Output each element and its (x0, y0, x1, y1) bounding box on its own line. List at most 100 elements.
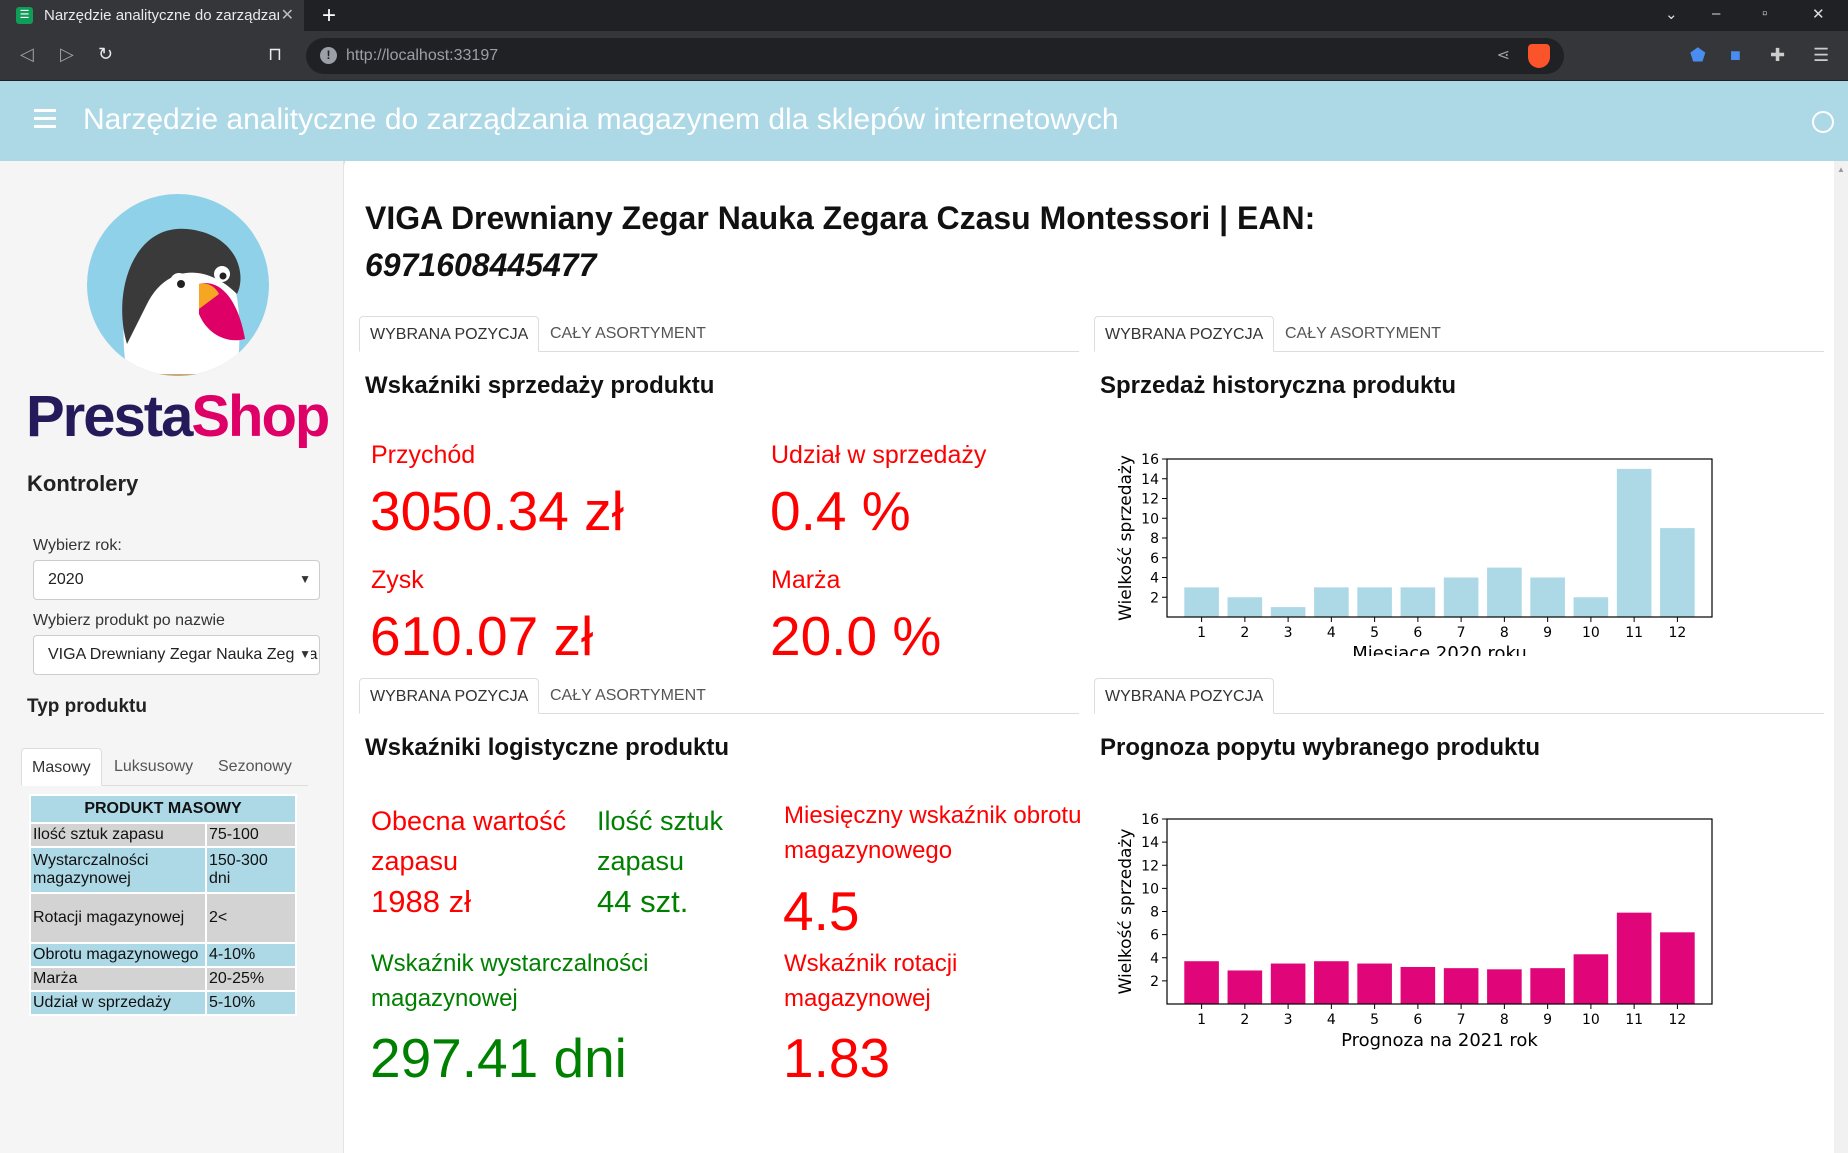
extension-icon[interactable]: ⬟ (1690, 45, 1706, 66)
chart-bar (1573, 597, 1609, 617)
busy-indicator-icon (1812, 111, 1834, 133)
x-axis-label: Prognoza na 2021 rok (1341, 1030, 1538, 1051)
sidebar-toggle-icon[interactable] (34, 109, 56, 133)
tab-luksusowy[interactable]: Luksusowy (104, 748, 203, 786)
y-tick-label: 4 (1150, 571, 1159, 587)
table-row: Ilość sztuk zapasu 75-100 (29, 822, 297, 848)
y-tick-label: 16 (1141, 812, 1159, 828)
close-tab-icon[interactable]: ✕ (281, 5, 294, 25)
chart-bar (1443, 577, 1479, 617)
y-tick-label: 10 (1141, 511, 1159, 527)
table-row: Wystarczalności magazynowej 150-300 dni (29, 846, 297, 894)
tab-selected-item[interactable]: WYBRANA POZYCJA (359, 316, 540, 352)
chart-bar (1573, 954, 1609, 1004)
history-heading: Sprzedaż historyczna produktu (1100, 372, 1457, 399)
tab-selected-item[interactable]: WYBRANA POZYCJA (1094, 316, 1275, 352)
forward-icon[interactable]: ▷ (60, 44, 74, 65)
reload-icon[interactable]: ↻ (98, 44, 113, 65)
product-title: VIGA Drewniany Zegar Nauka Zegara Czasu … (365, 200, 1316, 283)
sufficiency-label: Wskaźnik wystarczalności magazynowej (371, 950, 649, 1012)
bookmark-icon[interactable]: ⊓ (268, 44, 282, 65)
table-row: Udział w sprzedaży 5-10% (29, 990, 297, 1016)
browser-toolbar: ◁ ▷ ↻ ⊓ ! http://localhost:33197 ⋖ ⬟ ■ ✚… (0, 31, 1848, 81)
logistics-heading: Wskaźniki logistyczne produktu (365, 734, 730, 761)
minimize-icon[interactable]: – (1712, 5, 1720, 22)
app-title: Narzędzie analityczne do zarządzania mag… (83, 103, 1119, 136)
chart-bar (1184, 587, 1219, 617)
product-ean: 6971608445477 (365, 247, 597, 283)
y-tick-label: 12 (1141, 492, 1159, 508)
chevron-down-icon: ▼ (295, 572, 311, 586)
tab-selected-item[interactable]: WYBRANA POZYCJA (1094, 678, 1275, 714)
browser-tab[interactable]: ☰ Narzędzie analityczne do zarządzania m… (0, 0, 304, 31)
chart-bar (1616, 912, 1652, 1004)
scroll-up-icon[interactable]: ▲ (1837, 165, 1845, 174)
chart-bar (1487, 969, 1522, 1004)
chart-bar (1184, 961, 1219, 1004)
tab-whole-assortment[interactable]: CAŁY ASORTYMENT (540, 678, 716, 714)
sidebar: PrestaShop Kontrolery Wybierz rok: 2020 … (0, 161, 344, 1153)
sales-tabs: WYBRANA POZYCJA CAŁY ASORTYMENT (359, 316, 1079, 352)
brave-shields-icon[interactable] (1528, 44, 1550, 68)
browser-tab-bar: ☰ Narzędzie analityczne do zarządzania m… (0, 0, 1848, 31)
url-text[interactable]: http://localhost:33197 (346, 47, 498, 65)
tab-selected-item[interactable]: WYBRANA POZYCJA (359, 678, 540, 714)
close-window-icon[interactable]: ✕ (1812, 5, 1825, 23)
page-scrollbar[interactable]: ▲ (1834, 161, 1848, 1153)
chart-bar (1357, 963, 1392, 1004)
table-row: Marża 20-25% (29, 966, 297, 992)
back-icon[interactable]: ◁ (20, 44, 34, 65)
share-icon[interactable]: ⋖ (1497, 45, 1510, 65)
y-tick-label: 6 (1150, 928, 1159, 944)
rotation-label: Wskaźnik rotacji magazynowej (784, 950, 958, 1012)
chart-bar (1660, 528, 1695, 617)
forecast-heading: Prognoza popytu wybranego produktu (1100, 734, 1540, 761)
stock-value-label: Obecna wartość zapasu (371, 806, 567, 876)
chart-bar (1357, 587, 1392, 617)
x-tick-label: 4 (1327, 625, 1336, 641)
x-tick-label: 8 (1500, 625, 1509, 641)
chart-bar (1660, 932, 1695, 1004)
app-favicon-icon: ☰ (16, 7, 33, 24)
y-tick-label: 8 (1150, 531, 1159, 547)
x-tick-label: 12 (1668, 1012, 1686, 1028)
browser-tab-title: Narzędzie analityczne do zarządzania mag… (44, 7, 279, 24)
chart-bar (1314, 961, 1349, 1004)
x-tick-label: 1 (1197, 625, 1206, 641)
bitwarden-icon[interactable]: ■ (1730, 45, 1741, 66)
chart-bar (1530, 968, 1565, 1004)
year-select[interactable]: 2020 ▼ (33, 560, 320, 600)
x-tick-label: 9 (1543, 1012, 1552, 1028)
x-tick-label: 7 (1457, 1012, 1466, 1028)
new-tab-button[interactable]: + (322, 2, 336, 30)
chart-bar (1270, 963, 1306, 1004)
chevron-down-icon: ▼ (295, 647, 311, 661)
tab-sezonowy[interactable]: Sezonowy (208, 748, 302, 786)
address-bar[interactable]: ! http://localhost:33197 ⋖ (306, 38, 1564, 74)
extensions-puzzle-icon[interactable]: ✚ (1770, 45, 1785, 66)
tab-whole-assortment[interactable]: CAŁY ASORTYMENT (540, 316, 716, 352)
maximize-icon[interactable]: ▫ (1762, 5, 1767, 22)
chart-bar (1487, 567, 1522, 617)
product-select[interactable]: VIGA Drewniany Zegar Nauka Zegara Czasu … (33, 635, 320, 675)
prestashop-wordmark: PrestaShop (26, 384, 330, 449)
product-type-tabs: Masowy Luksusowy Sezonowy (21, 748, 308, 786)
x-tick-label: 3 (1284, 1012, 1293, 1028)
tab-whole-assortment[interactable]: CAŁY ASORTYMENT (1275, 316, 1451, 352)
tab-masowy[interactable]: Masowy (21, 748, 102, 786)
site-info-icon[interactable]: ! (320, 47, 337, 64)
menu-icon[interactable]: ☰ (1813, 45, 1829, 66)
x-tick-label: 4 (1327, 1012, 1336, 1028)
x-tick-label: 10 (1582, 625, 1600, 641)
profit-label: Zysk (371, 566, 424, 594)
margin-value: 20.0 % (770, 605, 942, 667)
product-select-value: VIGA Drewniany Zegar Nauka Zegara Czasu … (48, 646, 319, 663)
prestashop-puffin-logo (87, 194, 269, 376)
y-tick-label: 14 (1141, 472, 1159, 488)
chart-bar (1443, 968, 1479, 1004)
controls-heading: Kontrolery (27, 471, 139, 496)
tab-search-icon[interactable]: ⌄ (1665, 5, 1678, 23)
product-label: Wybierz produkt po nazwie (33, 612, 225, 629)
revenue-label: Przychód (371, 441, 476, 469)
chart-bar (1270, 607, 1306, 617)
